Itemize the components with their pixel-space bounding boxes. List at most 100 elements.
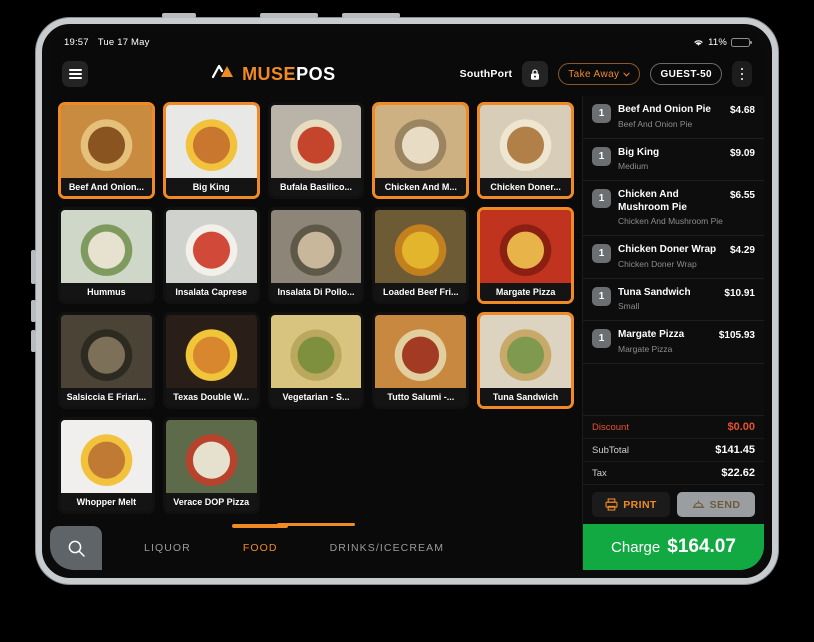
product-tile[interactable]: Chicken And M... bbox=[372, 102, 470, 199]
product-tile[interactable]: Texas Double W... bbox=[162, 312, 260, 409]
order-item-price: $4.68 bbox=[729, 105, 755, 116]
muse-logo-icon bbox=[211, 64, 236, 84]
device-button-top-3[interactable] bbox=[342, 13, 400, 18]
product-label: Insalata Caprese bbox=[165, 283, 257, 301]
product-label: Texas Double W... bbox=[165, 388, 257, 406]
order-item-price: $4.29 bbox=[729, 245, 755, 256]
device-button-left-2[interactable] bbox=[31, 300, 36, 322]
status-time: 19:57 bbox=[64, 36, 89, 48]
category-tab[interactable]: DRINKS/ICECREAM bbox=[304, 526, 471, 570]
device-button-left-3[interactable] bbox=[31, 330, 36, 352]
charge-label: Charge bbox=[611, 538, 661, 556]
product-tile[interactable]: Big King bbox=[162, 102, 260, 199]
order-type-label: Take Away bbox=[568, 68, 620, 80]
product-tile[interactable]: Tutto Salumi -... bbox=[372, 312, 470, 409]
total-label: SubTotal bbox=[592, 444, 629, 456]
order-panel: 1 Beef And Onion Pie Beef And Onion Pie $4.… bbox=[582, 96, 764, 570]
app-body: Beef And Onion... Big King Bufala Basilico… bbox=[50, 96, 764, 570]
send-button[interactable]: SEND bbox=[677, 492, 755, 517]
order-item[interactable]: 1 Chicken Doner Wrap Chicken Doner Wrap $4.… bbox=[583, 236, 764, 279]
product-label: Insalata Di Pollo... bbox=[270, 283, 362, 301]
product-tile[interactable]: Hummus bbox=[58, 207, 155, 304]
charge-button[interactable]: Charge $164.07 bbox=[583, 524, 764, 570]
overflow-menu-button[interactable] bbox=[732, 61, 752, 87]
ios-status-bar: 19:57 Tue 17 May 11% bbox=[50, 32, 764, 52]
lock-button[interactable] bbox=[522, 61, 549, 87]
product-image bbox=[270, 105, 362, 178]
product-tile[interactable]: Salsiccia E Friari... bbox=[58, 312, 155, 409]
product-image bbox=[480, 105, 571, 178]
order-item-price: $10.91 bbox=[724, 287, 755, 299]
order-item-qty: 1 bbox=[592, 104, 611, 123]
battery-percent-label: 11% bbox=[708, 36, 727, 48]
product-tile[interactable]: Verace DOP Pizza bbox=[162, 417, 260, 514]
product-tile[interactable]: Tuna Sandwich bbox=[477, 312, 574, 409]
wifi-icon bbox=[693, 38, 704, 47]
order-item-qty: 1 bbox=[592, 286, 611, 306]
send-kitchen-icon bbox=[692, 500, 704, 508]
order-item[interactable]: 1 Tuna Sandwich Small $10.91 bbox=[583, 279, 764, 321]
product-tile[interactable]: Loaded Beef Fri... bbox=[372, 207, 470, 304]
product-label: Chicken Doner... bbox=[480, 178, 571, 196]
search-button[interactable] bbox=[50, 526, 102, 570]
guest-button[interactable]: GUEST-50 bbox=[650, 63, 722, 85]
more-vertical-icon bbox=[740, 67, 744, 81]
category-tab[interactable]: FOOD bbox=[217, 526, 304, 570]
lock-icon bbox=[531, 68, 540, 80]
total-value: $141.45 bbox=[715, 444, 755, 456]
product-tile[interactable]: Vegetarian - S... bbox=[267, 312, 365, 409]
product-tile[interactable]: Chicken Doner... bbox=[477, 102, 574, 199]
product-tile[interactable]: Whopper Melt bbox=[58, 417, 155, 514]
product-image bbox=[480, 315, 571, 388]
product-tile[interactable]: Bufala Basilico... bbox=[267, 102, 365, 199]
product-image bbox=[165, 420, 257, 493]
product-label: Beef And Onion... bbox=[61, 178, 152, 196]
order-item-subtitle: Small bbox=[618, 301, 640, 311]
product-image bbox=[61, 315, 152, 388]
device-button-top-1[interactable] bbox=[162, 13, 196, 18]
status-date: Tue 17 May bbox=[97, 36, 150, 48]
product-label: Whopper Melt bbox=[61, 493, 152, 511]
order-item-name: Beef And Onion Pie bbox=[618, 104, 711, 115]
product-tile[interactable]: Beef And Onion... bbox=[58, 102, 155, 199]
product-grid-scroll[interactable]: Beef And Onion... Big King Bufala Basilico… bbox=[50, 96, 582, 526]
order-item[interactable]: 1 Chicken And Mushroom Pie Chicken And Mus… bbox=[583, 181, 764, 236]
order-items-list[interactable]: 1 Beef And Onion Pie Beef And Onion Pie $4.… bbox=[583, 96, 764, 415]
category-tabs: LIQUOR FOOD DRINKS/ICECREAM bbox=[102, 526, 470, 570]
order-item-qty: 1 bbox=[592, 329, 611, 348]
order-type-dropdown[interactable]: Take Away bbox=[558, 63, 641, 85]
screenshot-root: 19:57 Tue 17 May 11% MUSEPOS SouthPort T… bbox=[0, 0, 814, 642]
order-item-subtitle: Medium bbox=[618, 161, 649, 171]
product-image bbox=[165, 105, 257, 178]
product-label: Tuna Sandwich bbox=[480, 388, 571, 406]
total-label: Tax bbox=[592, 467, 607, 479]
product-image bbox=[375, 315, 467, 388]
product-tile[interactable]: Margate Pizza bbox=[477, 207, 574, 304]
product-label: Chicken And M... bbox=[375, 178, 467, 196]
bottom-navigation: LIQUOR FOOD DRINKS/ICECREAM bbox=[50, 526, 582, 570]
product-image bbox=[61, 105, 152, 178]
device-button-top-2[interactable] bbox=[260, 13, 318, 18]
category-tab[interactable]: LIQUOR bbox=[118, 526, 217, 570]
order-item-qty: 1 bbox=[592, 244, 611, 263]
brand-name-secondary: POS bbox=[296, 63, 336, 84]
product-image bbox=[165, 210, 257, 283]
brand-logo: MUSEPOS bbox=[98, 64, 450, 85]
product-label: Tutto Salumi -... bbox=[375, 388, 467, 406]
order-item[interactable]: 1 Margate Pizza Margate Pizza $105.93 bbox=[583, 321, 764, 364]
menu-button[interactable] bbox=[62, 61, 88, 87]
order-item[interactable]: 1 Big King Medium $9.09 bbox=[583, 139, 764, 181]
app-header: MUSEPOS SouthPort Take Away GUEST-50 bbox=[50, 52, 764, 96]
product-label: Margate Pizza bbox=[480, 283, 571, 301]
product-label: Bufala Basilico... bbox=[270, 178, 362, 196]
device-button-left-1[interactable] bbox=[31, 250, 36, 284]
print-button[interactable]: PRINT bbox=[592, 492, 670, 517]
total-label: Discount bbox=[592, 421, 629, 433]
order-item[interactable]: 1 Beef And Onion Pie Beef And Onion Pie $4.… bbox=[583, 96, 764, 139]
order-item-price: $9.09 bbox=[729, 147, 755, 159]
product-tile[interactable]: Insalata Di Pollo... bbox=[267, 207, 365, 304]
order-item-qty: 1 bbox=[592, 189, 611, 208]
product-tile[interactable]: Insalata Caprese bbox=[162, 207, 260, 304]
order-item-name: Chicken Doner Wrap bbox=[618, 244, 717, 255]
order-item-info: Tuna Sandwich Small bbox=[618, 287, 717, 313]
